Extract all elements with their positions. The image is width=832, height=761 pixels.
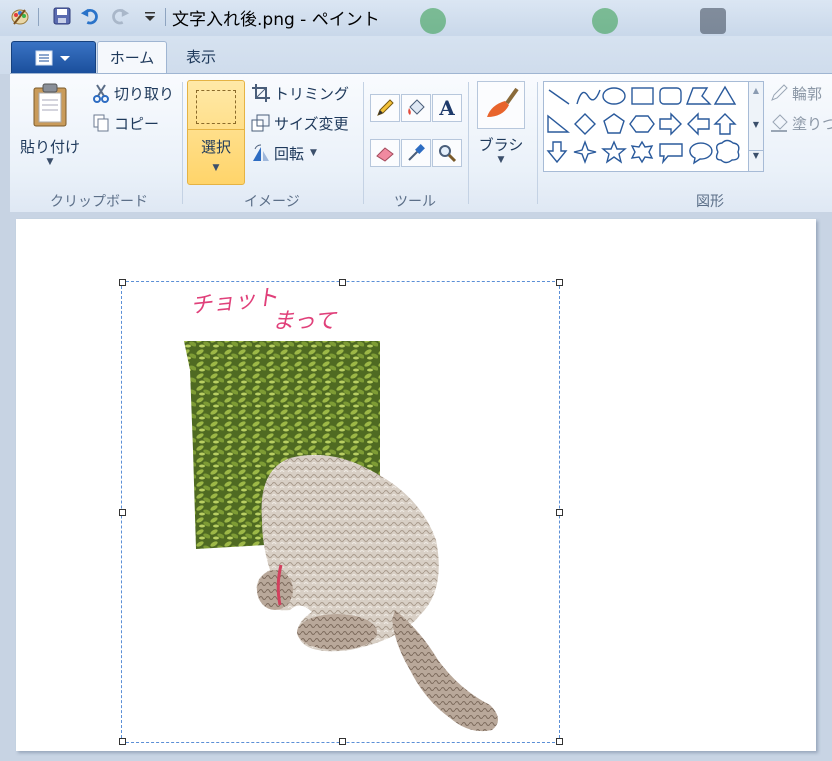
selection-handle-top[interactable] (339, 279, 346, 286)
selection-handle-bottom-right[interactable] (556, 738, 563, 745)
selection-handle-bottom-left[interactable] (119, 738, 126, 745)
selection-handle-top-left[interactable] (119, 279, 126, 286)
selection-handle-left[interactable] (119, 509, 126, 516)
selection-handle-right[interactable] (556, 509, 563, 516)
selection-handle-bottom[interactable] (339, 738, 346, 745)
selection-rectangle[interactable] (121, 281, 560, 743)
selection-handle-top-right[interactable] (556, 279, 563, 286)
